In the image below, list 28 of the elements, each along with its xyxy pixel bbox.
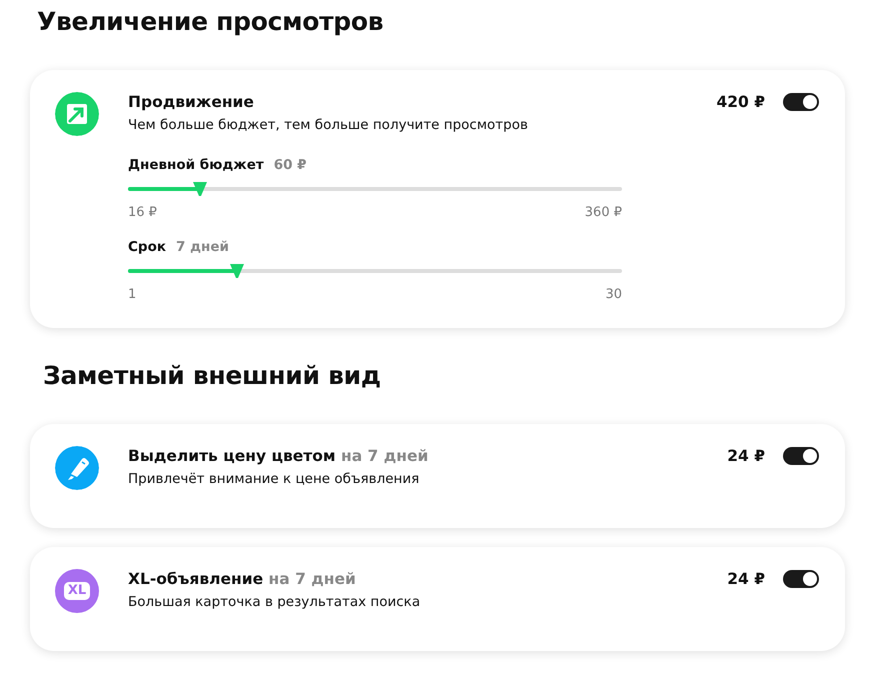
service-title: Выделить цену цветом на 7 дней bbox=[128, 446, 430, 466]
price: 24 ₽ bbox=[727, 569, 765, 589]
slider-max: 30 bbox=[605, 286, 622, 304]
slider-max: 360 ₽ bbox=[584, 204, 622, 222]
slider-value: 7 дней bbox=[176, 238, 229, 256]
slider-min: 16 ₽ bbox=[128, 204, 157, 222]
service-description: Большая карточка в результатах поиска bbox=[128, 593, 422, 611]
slider-thumb[interactable] bbox=[230, 264, 244, 279]
marker-icon bbox=[55, 446, 99, 490]
slider-thumb[interactable] bbox=[193, 182, 208, 197]
price: 420 ₽ bbox=[716, 92, 765, 112]
slider-label: Дневной бюджет bbox=[128, 156, 264, 174]
service-title: XL-объявление на 7 дней bbox=[128, 569, 357, 589]
service-description: Чем больше бюджет, тем больше получите просмотров bbox=[128, 116, 529, 134]
section-title: Увеличение просмотров bbox=[36, 6, 384, 38]
toggle-switch[interactable] bbox=[783, 93, 819, 111]
slider-value: 60 ₽ bbox=[274, 156, 307, 174]
price: 24 ₽ bbox=[727, 446, 765, 466]
section-title: Заметный внешний вид bbox=[42, 360, 382, 392]
slider-min: 1 bbox=[128, 286, 136, 304]
slider-track[interactable] bbox=[128, 182, 622, 197]
service-title: Продвижение bbox=[128, 92, 255, 112]
toggle-switch[interactable] bbox=[783, 570, 819, 588]
xl-icon: XL bbox=[55, 569, 99, 613]
toggle-switch[interactable] bbox=[783, 447, 819, 465]
service-description: Привлечёт внимание к цене объявления bbox=[128, 470, 420, 488]
slider-track[interactable] bbox=[128, 264, 622, 279]
slider-label: Срок bbox=[128, 238, 166, 256]
